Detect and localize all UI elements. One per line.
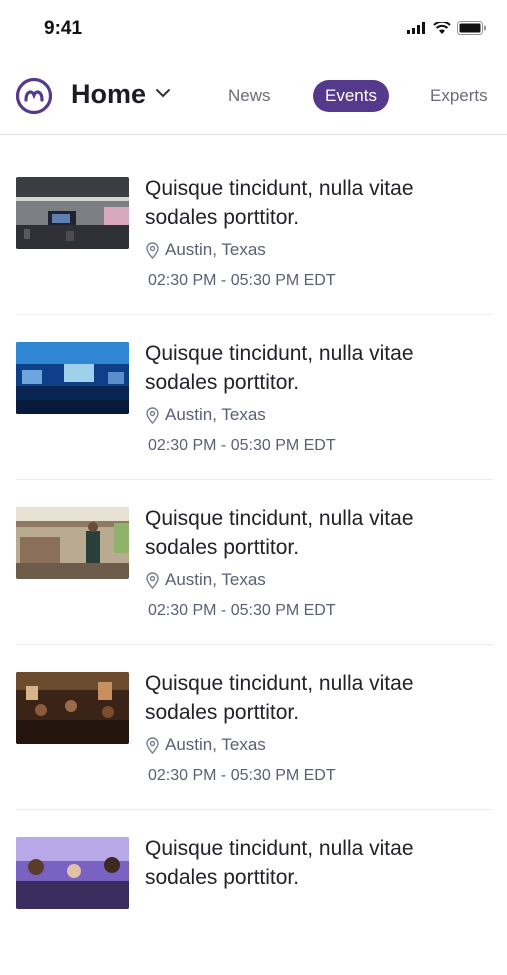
location-pin-icon [146, 241, 159, 259]
signal-icon [407, 22, 425, 34]
event-time: 02:30 PM - 05:30 PM EDT [148, 602, 336, 619]
chevron-down-icon[interactable] [154, 87, 172, 99]
event-item[interactable]: Quisque tincidunt, nulla vitae sodales p… [0, 645, 507, 810]
location-pin-icon [146, 571, 159, 589]
location-pin-icon [146, 406, 159, 424]
app-logo-icon[interactable] [15, 77, 53, 115]
tab-experts[interactable]: Experts [430, 80, 488, 112]
tab-news[interactable]: News [228, 80, 271, 112]
app-header: Home News Events Experts [0, 62, 507, 135]
event-title[interactable]: Quisque tincidunt, nulla vitae sodales p… [145, 669, 485, 727]
events-list: Quisque tincidunt, nulla vitae sodales p… [0, 150, 507, 975]
location-pin-icon [146, 736, 159, 754]
tab-events[interactable]: Events [313, 80, 389, 112]
event-location: Austin, Texas [146, 735, 266, 755]
event-location: Austin, Texas [146, 570, 266, 590]
event-title[interactable]: Quisque tincidunt, nulla vitae sodales p… [145, 339, 485, 397]
event-item[interactable]: Quisque tincidunt, nulla vitae sodales p… [0, 480, 507, 645]
battery-icon [457, 21, 486, 35]
event-location-text: Austin, Texas [165, 405, 266, 424]
event-thumbnail[interactable] [16, 177, 129, 249]
home-dropdown-title[interactable]: Home [71, 79, 146, 110]
event-location: Austin, Texas [146, 405, 266, 425]
status-icons [407, 21, 487, 35]
event-title[interactable]: Quisque tincidunt, nulla vitae sodales p… [145, 834, 485, 892]
event-thumbnail[interactable] [16, 837, 129, 909]
event-thumbnail[interactable] [16, 672, 129, 744]
event-item[interactable]: Quisque tincidunt, nulla vitae sodales p… [0, 315, 507, 480]
event-item[interactable]: Quisque tincidunt, nulla vitae sodales p… [0, 150, 507, 315]
event-time: 02:30 PM - 05:30 PM EDT [148, 272, 336, 289]
event-item[interactable]: Quisque tincidunt, nulla vitae sodales p… [0, 810, 507, 975]
event-time: 02:30 PM - 05:30 PM EDT [148, 437, 336, 454]
event-thumbnail[interactable] [16, 507, 129, 579]
event-location-text: Austin, Texas [165, 570, 266, 589]
status-time: 9:41 [44, 18, 83, 39]
event-time: 02:30 PM - 05:30 PM EDT [148, 767, 336, 784]
event-title[interactable]: Quisque tincidunt, nulla vitae sodales p… [145, 504, 485, 562]
event-location-text: Austin, Texas [165, 735, 266, 754]
event-thumbnail[interactable] [16, 342, 129, 414]
wifi-icon [433, 21, 451, 34]
event-title[interactable]: Quisque tincidunt, nulla vitae sodales p… [145, 174, 485, 232]
event-location: Austin, Texas [146, 240, 266, 260]
event-location-text: Austin, Texas [165, 240, 266, 259]
status-bar: 9:41 [0, 0, 507, 62]
